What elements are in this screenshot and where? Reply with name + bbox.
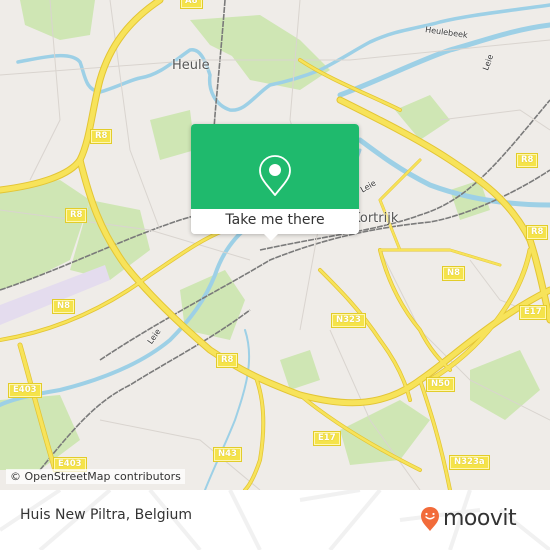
road-shield-n323: N323	[331, 313, 366, 328]
map-view[interactable]: Heule Kortrijk Heulebeek Leie Leie Leie …	[0, 0, 550, 490]
popup-header	[191, 124, 359, 209]
road-shield-e17: E17	[519, 305, 547, 320]
road-shield-e403: E403	[8, 383, 42, 398]
town-label-heule: Heule	[172, 58, 210, 73]
road-shield-r8: R8	[64, 208, 88, 223]
location-pin-icon	[259, 155, 291, 196]
road-shield-r8: R8	[525, 225, 549, 240]
road-shield-e17: E17	[313, 431, 341, 446]
location-popup: Take me there	[191, 124, 359, 234]
moovit-pin-icon	[421, 507, 439, 531]
road-shield-r8: R8	[89, 129, 113, 144]
road-shield-n8: N8	[441, 266, 466, 281]
moovit-logo[interactable]: moovit	[420, 505, 517, 533]
footer-bar: Huis New Piltra, Belgium moovit	[0, 490, 550, 550]
road-shield-r8: R8	[515, 153, 539, 168]
place-name: Huis New Piltra, Belgium	[20, 507, 193, 523]
map-tiles	[0, 0, 550, 490]
road-shield-n8: N8	[51, 299, 76, 314]
map-attribution[interactable]: © OpenStreetMap contributors	[6, 469, 185, 484]
popup-pointer	[263, 233, 279, 241]
take-me-there-button[interactable]: Take me there	[191, 209, 359, 234]
road-shield-n50: N50	[426, 377, 455, 392]
moovit-logo-text: moovit	[443, 506, 517, 531]
road-shield-n323a: N323a	[449, 455, 490, 470]
road-shield-a8: A8	[180, 0, 203, 9]
road-shield-n43: N43	[213, 447, 242, 462]
road-shield-r8: R8	[215, 353, 239, 368]
